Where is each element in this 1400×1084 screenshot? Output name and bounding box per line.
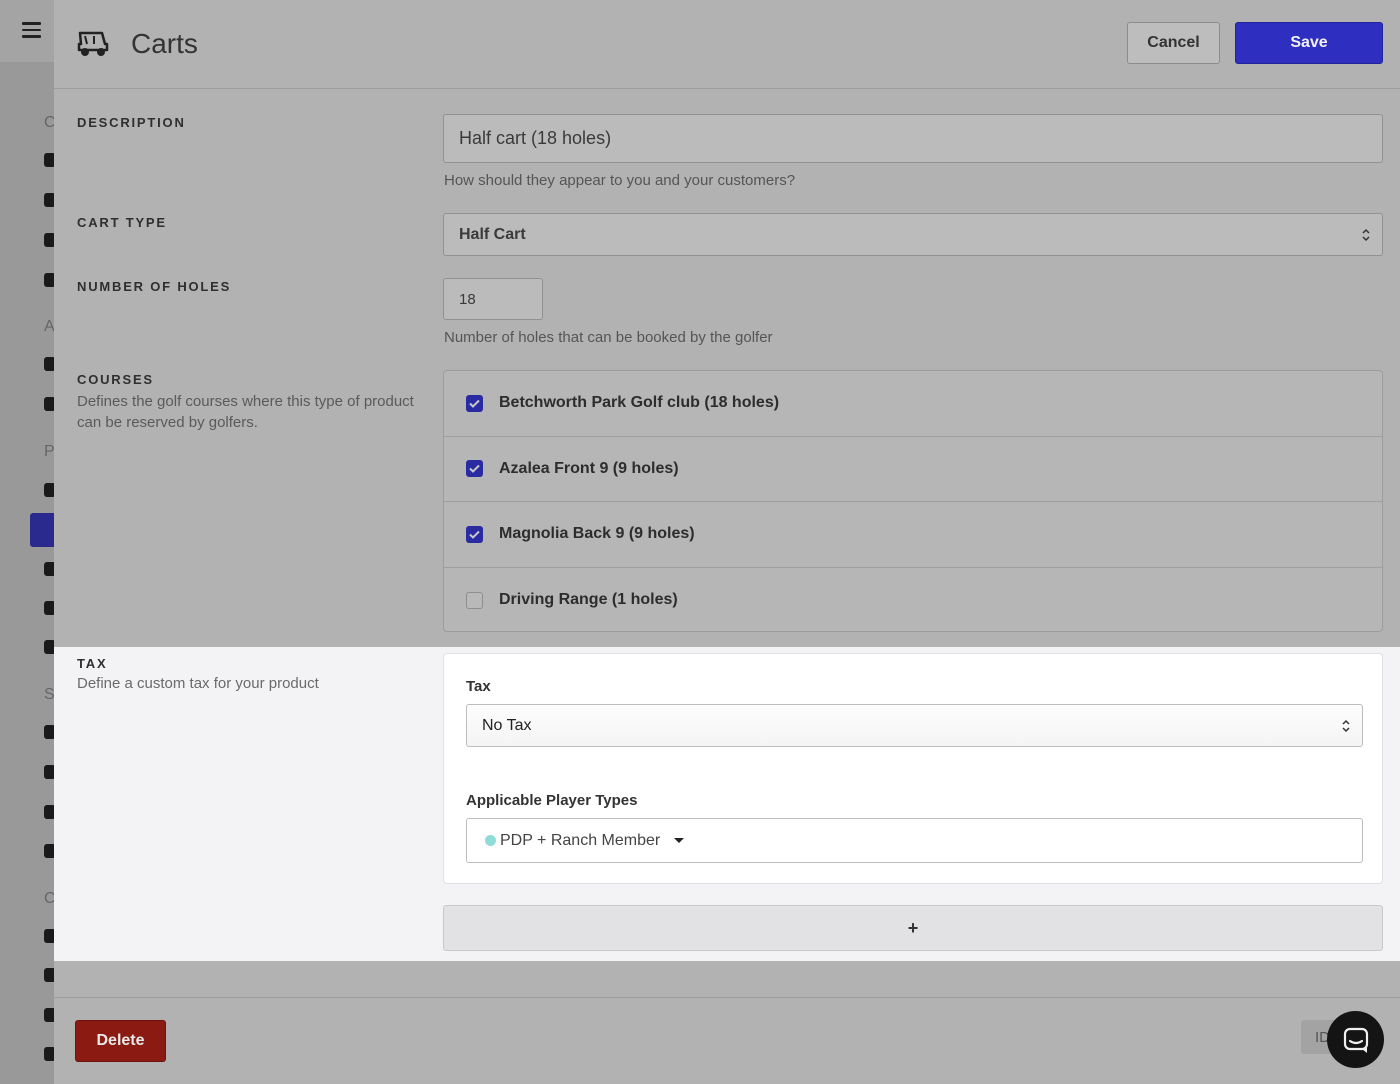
holes-help: Number of holes that can be booked by th… <box>444 329 773 346</box>
course-item[interactable]: Magnolia Back 9 (9 holes) <box>444 502 1382 568</box>
courses-label: COURSES <box>77 372 154 387</box>
checked-checkbox[interactable] <box>466 394 483 412</box>
checkmark-icon <box>469 530 480 539</box>
tax-field-label: Tax <box>466 678 491 695</box>
tax-section: TAX Define a custom tax for your product… <box>54 647 1400 961</box>
cancel-button[interactable]: Cancel <box>1127 22 1220 64</box>
player-types-label: Applicable Player Types <box>466 792 638 809</box>
description-input[interactable]: Half cart (18 holes) <box>443 114 1383 163</box>
panel-header: Carts Cancel Save <box>54 0 1400 89</box>
holes-input[interactable]: 18 <box>443 278 543 320</box>
caret-down-icon[interactable] <box>674 838 685 843</box>
chat-icon <box>1343 1027 1368 1053</box>
courses-description: Defines the golf courses where this type… <box>77 393 414 431</box>
description-input-value: Half cart (18 holes) <box>459 128 612 148</box>
courses-list: Betchworth Park Golf club (18 holes) Aza… <box>443 370 1383 632</box>
chat-launcher[interactable] <box>1327 1011 1384 1068</box>
edit-cart-panel: Carts Cancel Save DESCRIPTION Half cart … <box>54 0 1400 1084</box>
tax-select[interactable]: No Tax <box>466 704 1363 747</box>
delete-button[interactable]: Delete <box>75 1020 166 1062</box>
cart-type-select[interactable]: Half Cart <box>443 213 1383 256</box>
footer-divider <box>54 997 1400 998</box>
sidebar: C A P S C <box>0 0 56 1084</box>
checkmark-icon <box>469 465 480 474</box>
select-arrows-icon <box>1362 228 1370 241</box>
course-label: Betchworth Park Golf club (18 holes) <box>499 394 780 412</box>
player-types-select[interactable]: PDP + Ranch Member <box>466 818 1363 863</box>
add-tax-button[interactable]: + <box>443 905 1383 951</box>
course-item[interactable]: Azalea Front 9 (9 holes) <box>444 437 1382 502</box>
sidebar-item-carts-active[interactable] <box>30 513 54 547</box>
cart-type-select-value: Half Cart <box>459 225 526 243</box>
holes-label: NUMBER OF HOLES <box>77 279 232 294</box>
course-label: Azalea Front 9 (9 holes) <box>499 459 679 477</box>
checkmark-icon <box>469 399 480 408</box>
description-help: How should they appear to you and your c… <box>444 172 796 189</box>
page-title: Carts <box>131 28 198 59</box>
select-arrows-icon <box>1342 719 1350 732</box>
save-button[interactable]: Save <box>1235 22 1383 64</box>
course-label: Driving Range (1 holes) <box>499 591 678 609</box>
course-item[interactable]: Driving Range (1 holes) <box>444 568 1382 634</box>
unchecked-checkbox[interactable] <box>466 591 483 609</box>
tax-label: TAX <box>77 656 108 671</box>
course-label: Magnolia Back 9 (9 holes) <box>499 525 695 543</box>
hamburger-menu-icon[interactable] <box>22 22 41 38</box>
tax-description: Define a custom tax for your product <box>77 675 319 692</box>
tax-select-value: No Tax <box>482 716 532 734</box>
holes-input-value: 18 <box>459 290 476 308</box>
tax-card: Tax No Tax Applicable Player Types PDP +… <box>443 653 1383 884</box>
player-type-value: PDP + Ranch Member <box>500 831 661 849</box>
player-type-color-dot <box>485 835 496 846</box>
golf-cart-icon <box>77 31 109 56</box>
cart-type-label: CART TYPE <box>77 215 167 230</box>
checked-checkbox[interactable] <box>466 525 483 543</box>
checked-checkbox[interactable] <box>466 460 483 478</box>
description-label: DESCRIPTION <box>77 115 186 130</box>
course-item[interactable]: Betchworth Park Golf club (18 holes) <box>444 371 1382 437</box>
